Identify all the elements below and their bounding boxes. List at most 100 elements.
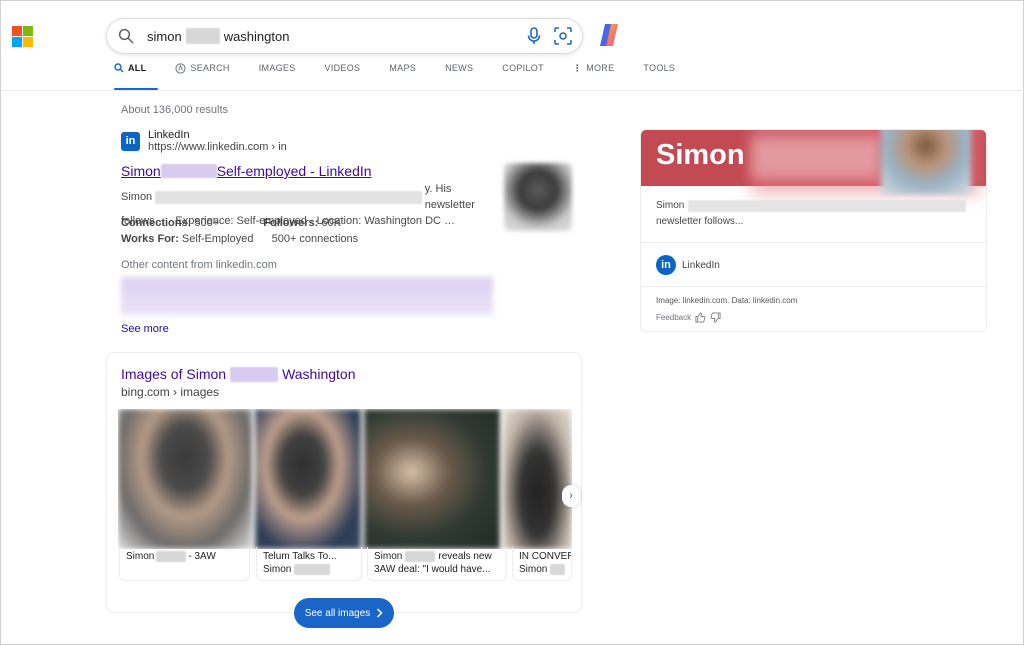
redacted-surname xyxy=(751,138,881,178)
feedback-label: Feedback xyxy=(656,313,692,322)
tab-maps[interactable]: MAPS xyxy=(389,63,431,91)
kp-name: Simon xyxy=(656,139,745,171)
kp-feedback: Feedback xyxy=(656,312,721,323)
redacted-surname xyxy=(294,564,331,575)
tab-videos[interactable]: VIDEOS xyxy=(325,63,376,91)
result-thumbnail[interactable] xyxy=(504,163,572,231)
kp-source-name: LinkedIn xyxy=(682,259,720,271)
chevron-right-icon[interactable]: › xyxy=(562,485,580,507)
redacted-other-links xyxy=(121,277,493,315)
tab-maps-label: MAPS xyxy=(389,63,417,73)
microphone-icon[interactable] xyxy=(526,27,542,45)
tab-images[interactable]: IMAGES xyxy=(259,63,311,91)
connections-value: 500+ xyxy=(194,217,220,229)
followers-value: 60K xyxy=(321,217,341,229)
kp-divider xyxy=(641,242,986,243)
images-title-last: Washington xyxy=(282,366,356,382)
redacted-surname xyxy=(156,551,187,562)
caption-text: IN CONVER xyxy=(519,551,572,562)
tab-tools[interactable]: TOOLS xyxy=(643,63,690,91)
image-thumbnail[interactable] xyxy=(254,409,361,549)
result-site-url: https://www.linkedin.com › in xyxy=(148,141,287,153)
copilot-search-icon xyxy=(175,63,186,74)
image-thumbnail[interactable] xyxy=(503,409,572,549)
linkedin-icon: in xyxy=(121,131,140,151)
caption-text: reveals new xyxy=(438,551,492,562)
thumbs-down-icon[interactable] xyxy=(710,312,721,323)
results-count: About 136,000 results xyxy=(121,104,229,116)
see-more-link[interactable]: See more xyxy=(121,323,169,335)
image-thumbnail[interactable] xyxy=(363,409,501,549)
copilot-icon[interactable] xyxy=(596,22,622,48)
images-title-link[interactable]: Images of Simon Washington xyxy=(121,366,355,382)
result-title-rest: Self-employed - LinkedIn xyxy=(216,163,372,179)
tab-more[interactable]: ⋮ MORE xyxy=(573,63,630,91)
image-caption[interactable]: Simon - 3AW xyxy=(119,547,250,581)
tab-videos-label: VIDEOS xyxy=(324,63,361,73)
query-last-word: washington xyxy=(223,28,290,44)
kp-snippet-start: Simon xyxy=(656,200,685,211)
tab-copilot-label: COPILOT xyxy=(502,63,544,73)
caption-text: Simon xyxy=(374,551,403,562)
redacted-surname xyxy=(185,28,220,44)
thumbs-up-icon[interactable] xyxy=(695,312,706,323)
caption-text: Simon xyxy=(126,551,155,562)
images-strip xyxy=(118,409,572,549)
knowledge-panel: Simon Simon newsletter follows... in Lin… xyxy=(640,129,987,332)
tab-news-label: NEWS xyxy=(445,63,474,73)
images-title-first: Images of Simon xyxy=(121,366,227,382)
logo-square-red xyxy=(12,26,22,36)
chevron-right-icon xyxy=(377,608,383,618)
logo-square-blue xyxy=(12,37,22,47)
search-box[interactable]: simon washington xyxy=(106,18,583,54)
microsoft-logo[interactable] xyxy=(12,26,33,47)
result-title-first: Simon xyxy=(121,163,161,179)
image-caption[interactable]: IN CONVER Simon xyxy=(512,547,572,581)
worksfor-value: Self-Employed xyxy=(181,233,254,245)
other-content-label: Other content from linkedin.com xyxy=(121,259,277,271)
logo-square-yellow xyxy=(23,37,33,47)
connections-label: Connections: xyxy=(121,217,192,229)
connections-extra: 500+ connections xyxy=(271,233,359,245)
tab-search-label: SEARCH xyxy=(190,63,230,73)
search-input[interactable]: simon washington xyxy=(147,28,289,44)
see-all-images-button[interactable]: See all images xyxy=(294,598,394,628)
result-site-name: LinkedIn xyxy=(148,129,190,141)
tab-images-label: IMAGES xyxy=(258,63,296,73)
caption-text: - 3AW xyxy=(188,551,216,562)
see-all-label: See all images xyxy=(304,607,371,619)
tab-news[interactable]: NEWS xyxy=(445,63,488,91)
redacted-surname xyxy=(160,164,217,178)
caption-text: 3AW deal: "I would have... xyxy=(374,564,491,575)
search-tabs: ALL SEARCH IMAGES VIDEOS MAPS NEWS COPIL… xyxy=(114,63,704,91)
kp-photo[interactable] xyxy=(881,130,971,194)
tab-copilot[interactable]: COPILOT xyxy=(502,63,559,91)
result-title-link[interactable]: Simon Self-employed - LinkedIn xyxy=(121,163,372,179)
visual-search-icon[interactable] xyxy=(554,27,572,45)
result-site-info[interactable]: in LinkedIn https://www.linkedin.com › i… xyxy=(121,129,287,153)
tab-search[interactable]: SEARCH xyxy=(175,63,244,91)
result-facts: Connections: 500+ Followers: 60K Works F… xyxy=(121,215,358,247)
redacted-snippet xyxy=(155,190,422,204)
kp-snippet-line2: newsletter follows... xyxy=(656,216,744,227)
tab-more-label: MORE xyxy=(586,63,615,73)
tab-all-label: ALL xyxy=(128,63,147,73)
image-caption[interactable]: Simon reveals new 3AW deal: "I would hav… xyxy=(367,547,507,581)
images-source: bing.com › images xyxy=(121,385,220,399)
redacted-surname xyxy=(550,564,565,575)
more-dots-icon: ⋮ xyxy=(572,63,583,73)
kp-credit: Image: linkedin.com. Data: linkedin.com xyxy=(656,296,798,305)
logo-square-green xyxy=(23,26,33,36)
linkedin-icon: in xyxy=(656,255,676,275)
redacted-surname xyxy=(230,366,279,382)
search-icon xyxy=(114,63,124,73)
tab-all[interactable]: ALL xyxy=(114,63,161,91)
image-thumbnail[interactable] xyxy=(118,409,252,549)
search-icon[interactable] xyxy=(117,27,135,45)
query-first-word: simon xyxy=(147,28,182,44)
redacted-snippet xyxy=(688,200,967,212)
caption-text: Telum Talks To... xyxy=(263,551,337,562)
kp-source-linkedin[interactable]: in LinkedIn xyxy=(656,255,720,275)
snippet-start: Simon xyxy=(121,191,153,203)
image-caption[interactable]: Telum Talks To... Simon xyxy=(256,547,362,581)
